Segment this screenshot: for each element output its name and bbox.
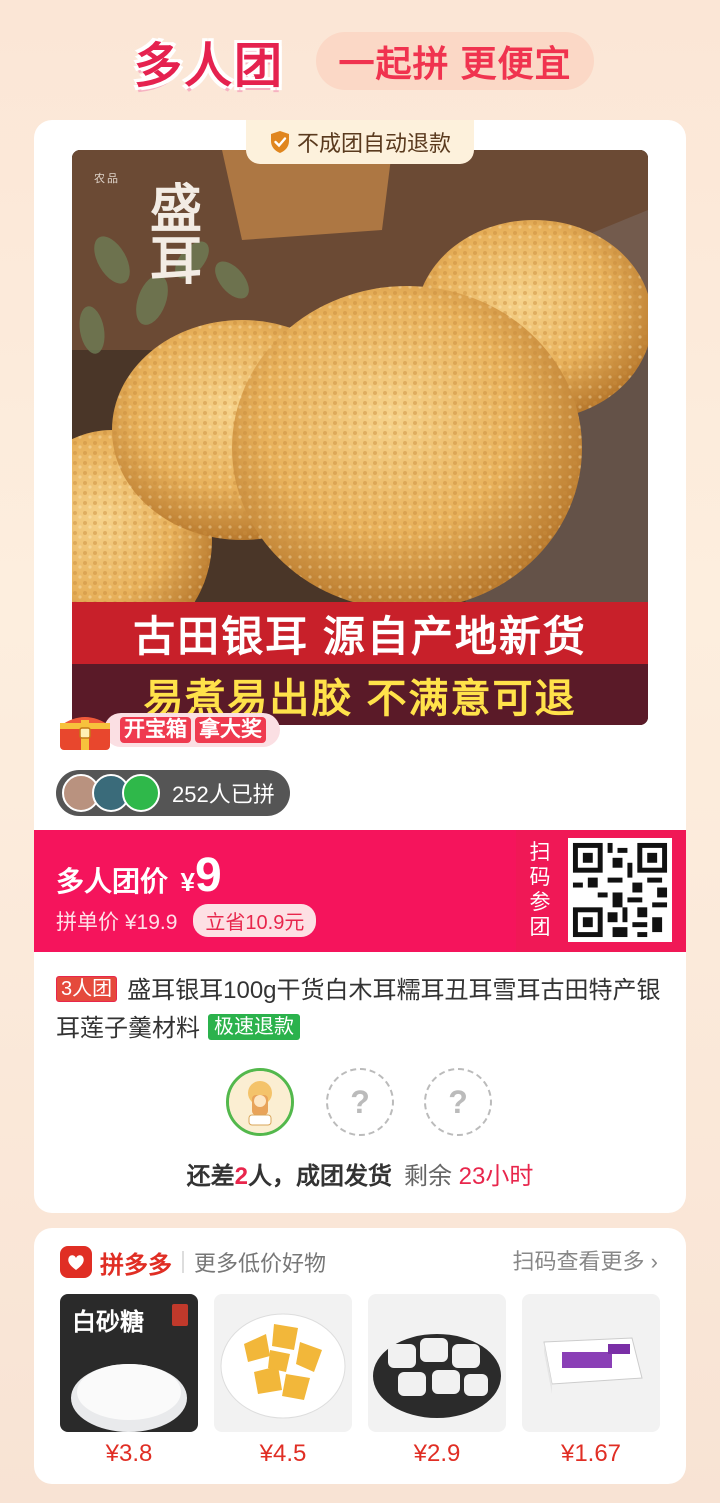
scan-to-join[interactable]: 扫码参团 [516,830,686,952]
group-buy-card: 不成团自动退款 农品 盛耳 古田银耳 源自产地新货 易煮易出胶 不满意可退 开宝… [34,120,686,1213]
group-price-label: 多人团价 [56,866,169,897]
empty-slot: ? [424,1068,492,1136]
treasure-tag-open: 开宝箱 [120,717,191,743]
empty-slot: ? [326,1068,394,1136]
treasure-box-promo[interactable]: 开宝箱 拿大奖 [56,708,308,752]
product-title-text: 盛耳银耳100g干货白木耳糯耳丑耳雪耳古田特产银耳莲子羹材料 [56,977,661,1042]
price-bar: 多人团价 ¥9 拼单价 ¥19.9 立省10.9元 扫码参团 [34,830,686,952]
page-title: 多人团 [133,40,284,93]
pdd-brand-name: 拼多多 [100,1251,172,1279]
header: 多人团 一起拼 更便宜 [0,22,720,102]
joined-count-pill: 252人已拼 [56,770,290,816]
group-price: 多人团价 ¥9 [56,848,222,903]
item-thumbnail [368,1294,506,1432]
recommend-card: 拼多多 更多低价好物 扫码查看更多 › 白砂糖 ¥3.8 ¥4.5 ¥2.9 ¥… [34,1228,686,1484]
refund-guarantee-badge: 不成团自动退款 [246,120,474,164]
currency-symbol: ¥ [180,867,195,897]
status-suffix: 人，成团发货 [247,1163,392,1190]
treasure-tags: 开宝箱 拿大奖 [104,713,280,747]
recommend-item[interactable]: ¥1.67 [522,1294,660,1468]
item-price: ¥4.5 [259,1440,307,1467]
treasure-tag-prize: 拿大奖 [195,717,266,743]
qr-code-icon [568,838,672,942]
pdd-logo-icon [60,1246,92,1278]
recommend-subtitle: 更多低价好物 [194,1251,327,1276]
item-thumbnail [522,1294,660,1432]
badge-text: 不成团自动退款 [296,131,451,156]
shield-check-icon [270,131,289,153]
leader-avatar [226,1068,294,1136]
recommend-header: 拼多多 更多低价好物 [60,1246,327,1279]
single-price-row: 拼单价 ¥19.9 立省10.9元 [56,904,317,937]
item-price: ¥2.9 [413,1440,461,1467]
status-prefix: 还差 [186,1163,235,1190]
divider [182,1251,184,1273]
item-thumbnail: 白砂糖 [60,1294,198,1432]
save-amount-pill: 立省10.9元 [193,904,317,937]
avatar [122,774,160,812]
product-image[interactable]: 农品 盛耳 古田银耳 源自产地新货 易煮易出胶 不满意可退 [72,150,648,725]
recommend-item[interactable]: 白砂糖 ¥3.8 [60,1294,198,1468]
item-price: ¥3.8 [105,1440,153,1467]
recommend-item[interactable]: ¥4.5 [214,1294,352,1468]
image-banner-line1: 古田银耳 源自产地新货 [72,602,648,664]
joined-count-text: 252人已拼 [172,782,275,807]
group-status: 还差2人，成团发货 剩余 23小时 [34,1156,686,1191]
item-thumbnail [214,1294,352,1432]
single-price: 拼单价 ¥19.9 [56,910,178,934]
joined-avatars [62,774,160,812]
scan-more-link[interactable]: 扫码查看更多 › [513,1246,658,1278]
item-price: ¥1.67 [560,1440,622,1467]
group-size-tag: 3人团 [56,976,118,1002]
fast-refund-tag: 极速退款 [208,1014,300,1040]
chevron-right-icon: › [650,1249,658,1274]
slogan-pill: 一起拼 更便宜 [316,32,594,90]
qr-code[interactable] [568,838,672,942]
image-brand-logo: 农品 盛耳 [94,172,203,292]
product-title[interactable]: 3人团 盛耳银耳100g干货白木耳糯耳丑耳雪耳古田特产银耳莲子羹材料 极速退款 [56,972,666,1048]
remaining-time: 23小时 [458,1163,534,1190]
remaining-count: 2 [234,1163,248,1190]
remaining-label: 剩余 [403,1163,452,1190]
leader-avatar-image [229,1071,291,1133]
group-members: ? ? [34,1068,686,1140]
qr-label: 扫码参团 [529,841,551,939]
recommend-list: 白砂糖 ¥3.8 ¥4.5 ¥2.9 ¥1.67 [60,1294,660,1474]
group-price-value: 9 [194,849,222,902]
recommend-item[interactable]: ¥2.9 [368,1294,506,1468]
treasure-chest-icon [60,717,110,750]
